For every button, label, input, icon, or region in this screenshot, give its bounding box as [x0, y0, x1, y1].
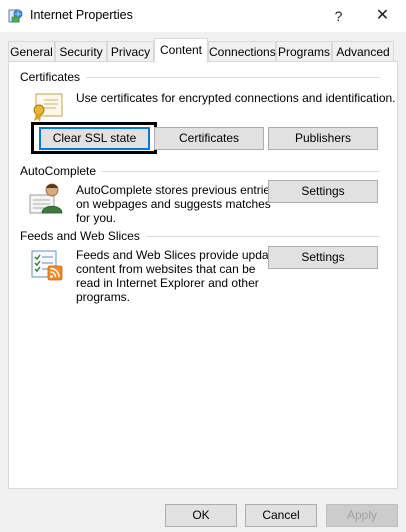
- apply-button[interactable]: Apply: [326, 504, 398, 527]
- tab-programs[interactable]: Programs: [276, 41, 332, 61]
- title-bar: Internet Properties ? ✕: [0, 0, 406, 32]
- tab-security[interactable]: Security: [55, 41, 107, 61]
- ok-button[interactable]: OK: [165, 504, 237, 527]
- autocomplete-description-line: on webpages and suggests matches: [76, 197, 271, 211]
- certificates-button[interactable]: Certificates: [154, 127, 264, 150]
- feeds-settings-button[interactable]: Settings: [268, 246, 378, 269]
- internet-options-icon: [8, 9, 23, 23]
- autocomplete-group-label: AutoComplete: [20, 164, 103, 178]
- feeds-description: Feeds and Web Slices provide updated con…: [76, 248, 285, 304]
- clear-ssl-state-button[interactable]: Clear SSL state: [39, 127, 150, 150]
- feeds-description-line: read in Internet Explorer and other: [76, 276, 259, 290]
- autocomplete-description: AutoComplete stores previous entries on …: [76, 183, 276, 225]
- certificate-icon: [33, 93, 63, 122]
- feeds-description-line: content from websites that can be: [76, 262, 256, 276]
- feeds-description-line: Feeds and Web Slices provide updated: [76, 248, 286, 262]
- certificates-group-label: Certificates: [20, 70, 87, 84]
- feeds-group-label: Feeds and Web Slices: [20, 229, 146, 243]
- tab-content[interactable]: Content: [154, 38, 208, 63]
- autocomplete-description-line: AutoComplete stores previous entries: [76, 183, 277, 197]
- tab-general[interactable]: General: [8, 41, 55, 61]
- autocomplete-user-icon: [29, 183, 63, 214]
- autocomplete-description-line: for you.: [76, 211, 117, 225]
- window-title: Internet Properties: [30, 8, 133, 22]
- certificates-description: Use certificates for encrypted connectio…: [76, 91, 396, 105]
- feeds-description-line: programs.: [76, 290, 131, 304]
- close-button[interactable]: ✕: [360, 0, 405, 32]
- publishers-button[interactable]: Publishers: [268, 127, 378, 150]
- feeds-icon: [31, 250, 63, 281]
- autocomplete-settings-button[interactable]: Settings: [268, 180, 378, 203]
- cancel-button[interactable]: Cancel: [245, 504, 317, 527]
- tab-privacy[interactable]: Privacy: [107, 41, 154, 61]
- help-button[interactable]: ?: [316, 0, 361, 32]
- tab-connections[interactable]: Connections: [208, 41, 276, 61]
- tab-advanced[interactable]: Advanced: [332, 41, 394, 61]
